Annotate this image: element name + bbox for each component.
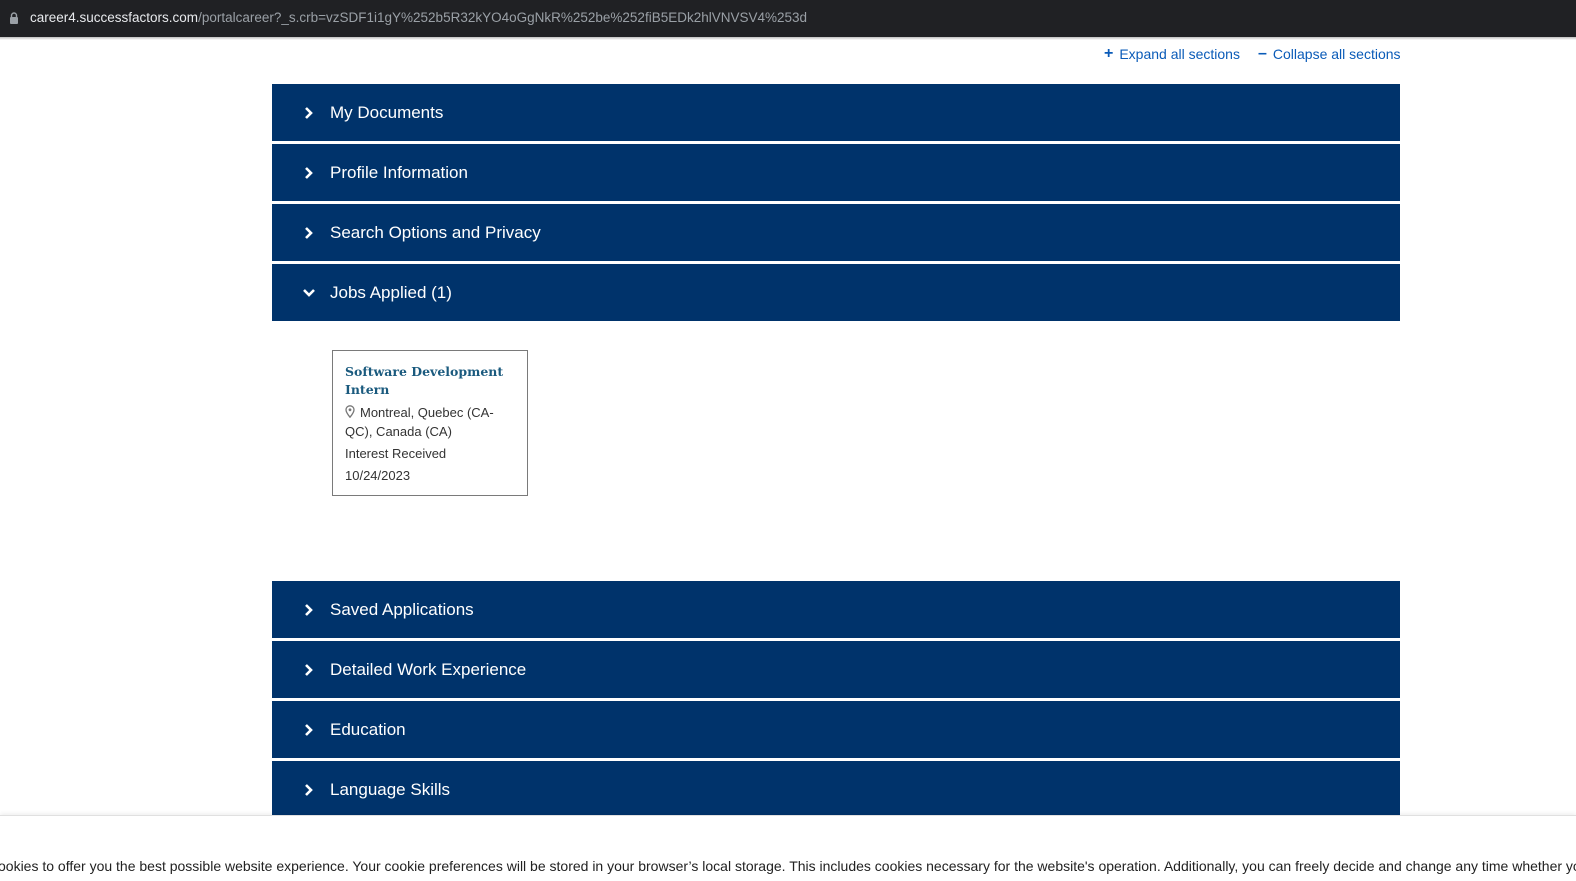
url-path: /portalcareer?_s.crb=vzSDF1i1gY%252b5R32… — [198, 10, 808, 25]
plus-icon: + — [1104, 45, 1114, 62]
section-profile-information[interactable]: Profile Information — [272, 144, 1400, 201]
section-label: Profile Information — [330, 162, 468, 182]
section-controls: + Expand all sections – Collapse all sec… — [1104, 45, 1401, 63]
chevron-right-icon — [302, 226, 316, 240]
browser-bar-shadow — [0, 37, 1576, 40]
section-education[interactable]: Education — [272, 701, 1400, 758]
section-label: Saved Applications — [330, 599, 474, 619]
job-status: Interest Received — [345, 446, 447, 461]
minus-icon: – — [1257, 45, 1267, 62]
expand-all-label: Expand all sections — [1119, 46, 1240, 62]
collapse-all-link[interactable]: – Collapse all sections — [1257, 45, 1401, 63]
job-card[interactable]: Software Development Intern Montreal, Qu… — [332, 350, 528, 496]
section-jobs-applied[interactable]: Jobs Applied (1) — [272, 264, 1400, 321]
job-date: 10/24/2023 — [345, 468, 411, 483]
cookie-banner: ookies to offer you the best possible we… — [0, 815, 1576, 881]
section-label: Search Options and Privacy — [330, 222, 541, 242]
url-text[interactable]: career4.successfactors.com/portalcareer?… — [30, 10, 807, 25]
chevron-right-icon — [302, 166, 316, 180]
chevron-right-icon — [302, 783, 316, 797]
section-label: Detailed Work Experience — [330, 659, 527, 679]
section-label: Language Skills — [330, 779, 451, 799]
chevron-right-icon — [302, 663, 316, 677]
chevron-right-icon — [302, 106, 316, 120]
job-location-text: Montreal, Quebec (CA-QC), Canada (CA) — [345, 405, 494, 439]
section-label: Jobs Applied (1) — [330, 282, 452, 302]
lock-icon — [10, 12, 18, 24]
job-title-link[interactable]: Software Development Intern — [345, 363, 515, 399]
cookie-banner-text: ookies to offer you the best possible we… — [0, 858, 1576, 874]
expand-all-link[interactable]: + Expand all sections — [1104, 45, 1240, 63]
url-host: career4.successfactors.com — [30, 10, 199, 25]
collapse-all-label: Collapse all sections — [1272, 46, 1401, 62]
section-my-documents[interactable]: My Documents — [272, 84, 1400, 141]
chevron-right-icon — [302, 603, 316, 617]
section-label: My Documents — [330, 102, 444, 122]
chevron-right-icon — [302, 723, 316, 737]
chevron-down-icon — [302, 286, 316, 300]
browser-address-bar[interactable]: career4.successfactors.com/portalcareer?… — [0, 0, 1576, 37]
section-detailed-work-experience[interactable]: Detailed Work Experience — [272, 641, 1400, 698]
section-language-skills[interactable]: Language Skills — [272, 761, 1400, 818]
section-search-options-privacy[interactable]: Search Options and Privacy — [272, 204, 1400, 261]
section-label: Education — [330, 719, 406, 739]
location-pin-icon — [345, 405, 355, 418]
job-location: Montreal, Quebec (CA-QC), Canada (CA) — [345, 403, 515, 441]
section-saved-applications[interactable]: Saved Applications — [272, 581, 1400, 638]
